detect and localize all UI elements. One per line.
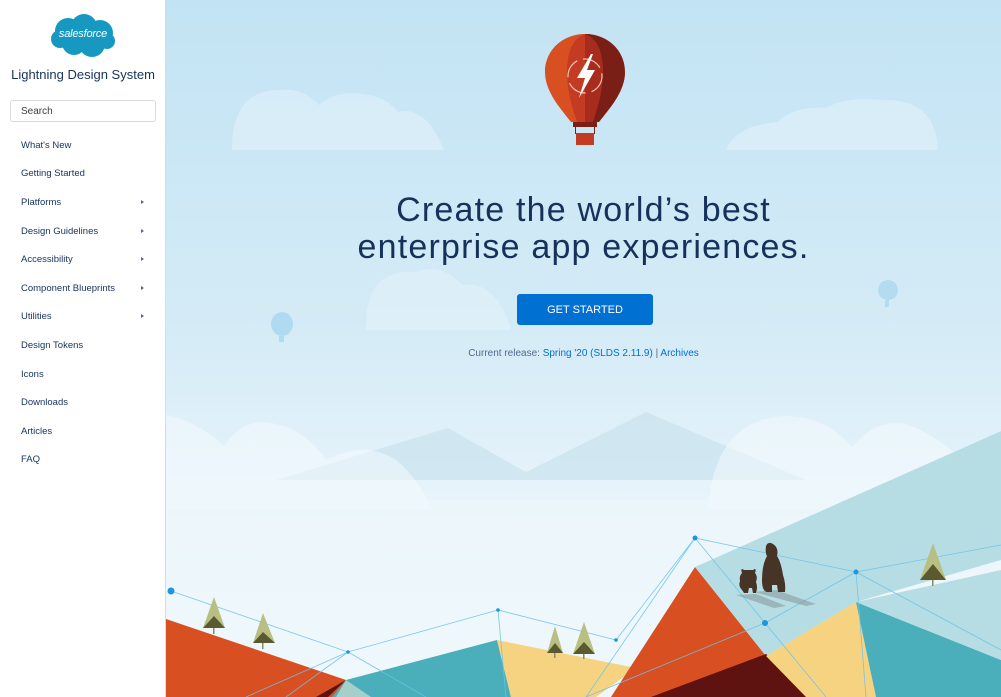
- sidebar-item-label: Design Guidelines: [21, 225, 99, 237]
- product-title: Lightning Design System: [11, 67, 155, 82]
- sidebar-item-label: Downloads: [21, 397, 68, 409]
- sidebar-item-label: Getting Started: [21, 168, 85, 180]
- release-info: Current release: Spring '20 (SLDS 2.11.9…: [166, 348, 1001, 359]
- sidebar-item-label: Component Blueprints: [21, 282, 115, 294]
- distant-balloon-icon: [271, 312, 293, 342]
- sidebar-nav: What's New Getting Started Platforms Des…: [0, 131, 166, 474]
- release-prefix: Current release:: [468, 348, 543, 359]
- sidebar-item-articles[interactable]: Articles: [0, 417, 166, 446]
- logo-text: salesforce: [58, 28, 108, 40]
- hero-section: Create the world’s best enterprise app e…: [166, 0, 1001, 697]
- cloud-right: [726, 99, 938, 150]
- sidebar-item-accessibility[interactable]: Accessibility: [0, 245, 166, 274]
- hero-title-line2: enterprise app experiences.: [357, 228, 810, 266]
- chevron-right-icon: [141, 257, 144, 262]
- sidebar-item-label: Utilities: [21, 311, 52, 323]
- sidebar-item-label: Accessibility: [21, 254, 73, 266]
- hero-title: Create the world’s best enterprise app e…: [166, 192, 1001, 266]
- sidebar-item-faq[interactable]: FAQ: [0, 446, 166, 475]
- sidebar-item-design-guidelines[interactable]: Design Guidelines: [0, 217, 166, 246]
- cloud-middle: [365, 268, 511, 330]
- chevron-right-icon: [141, 314, 144, 319]
- sidebar-item-icons[interactable]: Icons: [0, 360, 166, 389]
- sidebar-item-label: What's New: [21, 139, 72, 151]
- sidebar-item-utilities[interactable]: Utilities: [0, 303, 166, 332]
- sidebar-item-design-tokens[interactable]: Design Tokens: [0, 331, 166, 360]
- sidebar-item-label: Icons: [21, 368, 44, 380]
- cloud-lower-left: [166, 415, 432, 510]
- search-input[interactable]: [10, 100, 156, 122]
- chevron-right-icon: [141, 199, 144, 204]
- sidebar-item-platforms[interactable]: Platforms: [0, 188, 166, 217]
- salesforce-logo[interactable]: salesforce: [50, 13, 116, 59]
- sidebar-item-label: Articles: [21, 425, 53, 437]
- sidebar-item-label: Platforms: [21, 196, 62, 208]
- sidebar-item-getting-started[interactable]: Getting Started: [0, 160, 166, 189]
- sidebar-item-whats-new[interactable]: What's New: [0, 131, 166, 160]
- release-link[interactable]: Spring '20 (SLDS 2.11.9): [543, 348, 653, 359]
- hot-air-balloon-icon: [545, 34, 625, 145]
- sidebar-item-downloads[interactable]: Downloads: [0, 388, 166, 417]
- hero-title-line1: Create the world’s best: [396, 191, 771, 229]
- distant-balloon-icon: [878, 280, 898, 307]
- archives-link[interactable]: Archives: [660, 348, 698, 359]
- chevron-right-icon: [141, 285, 144, 290]
- chevron-right-icon: [141, 228, 144, 233]
- sidebar-item-label: FAQ: [21, 454, 41, 466]
- sidebar: salesforce Lightning Design System What'…: [0, 0, 166, 697]
- sidebar-item-component-blueprints[interactable]: Component Blueprints: [0, 274, 166, 303]
- get-started-button[interactable]: GET STARTED: [517, 294, 653, 325]
- cloud-left: [232, 89, 444, 150]
- sidebar-item-label: Design Tokens: [21, 339, 84, 351]
